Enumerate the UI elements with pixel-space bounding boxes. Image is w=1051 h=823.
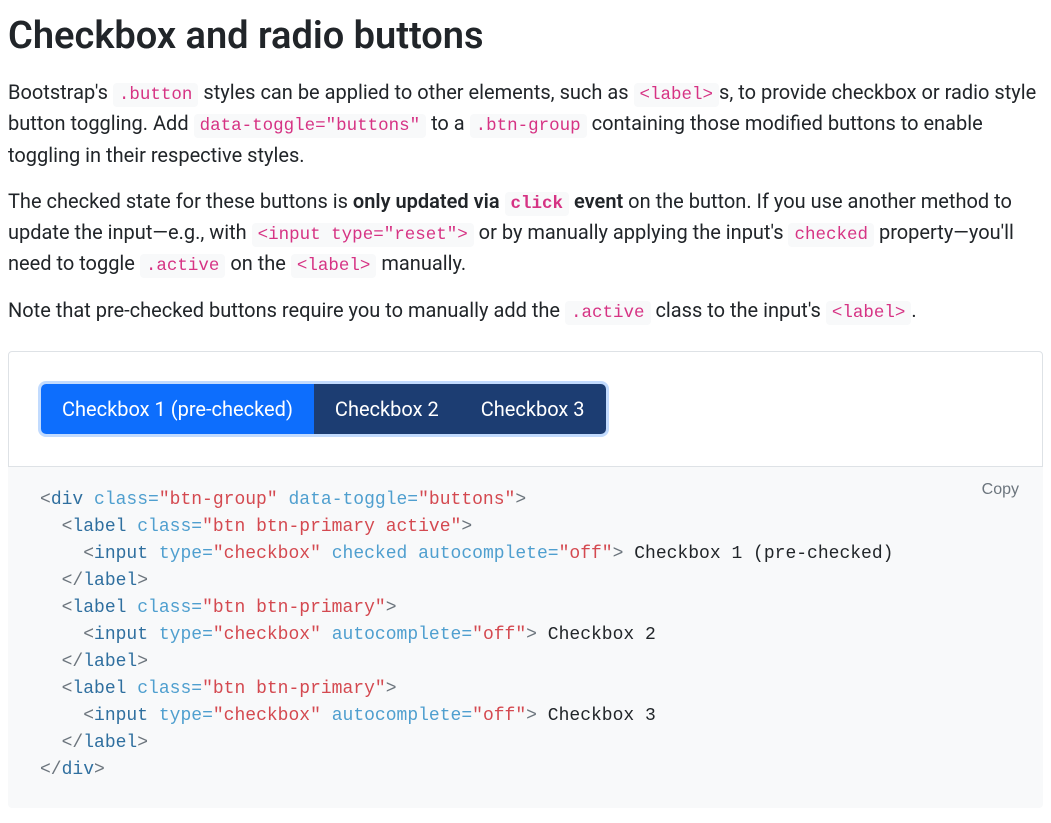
copy-button[interactable]: Copy <box>982 481 1019 499</box>
intro-paragraph-1: Bootstrap's .button styles can be applie… <box>8 77 1043 170</box>
code-active: .active <box>140 254 226 278</box>
code-example: Copy<div class="btn-group" data-toggle="… <box>8 467 1043 808</box>
intro-paragraph-2: The checked state for these buttons is o… <box>8 186 1043 280</box>
section-heading: Checkbox and radio buttons <box>8 8 1043 65</box>
checkbox-btn-group: Checkbox 1 (pre-checked) Checkbox 2 Chec… <box>41 384 606 434</box>
example-box: Checkbox 1 (pre-checked) Checkbox 2 Chec… <box>8 351 1043 467</box>
checkbox-1-button[interactable]: Checkbox 1 (pre-checked) <box>41 384 314 434</box>
code-active-2: .active <box>565 301 651 325</box>
code-button: .button <box>113 83 199 107</box>
intro-paragraph-3: Note that pre-checked buttons require yo… <box>8 295 1043 326</box>
code-input-reset: <input type="reset"> <box>252 223 474 247</box>
code-btn-group: .btn-group <box>470 114 587 138</box>
checkbox-3-button[interactable]: Checkbox 3 <box>460 384 606 434</box>
code-click: click <box>505 192 570 216</box>
code-label-tag-3: <label> <box>826 301 912 325</box>
code-label-tag: <label> <box>634 83 720 107</box>
code-data-toggle: data-toggle="buttons" <box>194 114 427 138</box>
code-checked: checked <box>788 223 874 247</box>
code-label-tag-2: <label> <box>291 254 377 278</box>
checkbox-2-button[interactable]: Checkbox 2 <box>314 384 460 434</box>
